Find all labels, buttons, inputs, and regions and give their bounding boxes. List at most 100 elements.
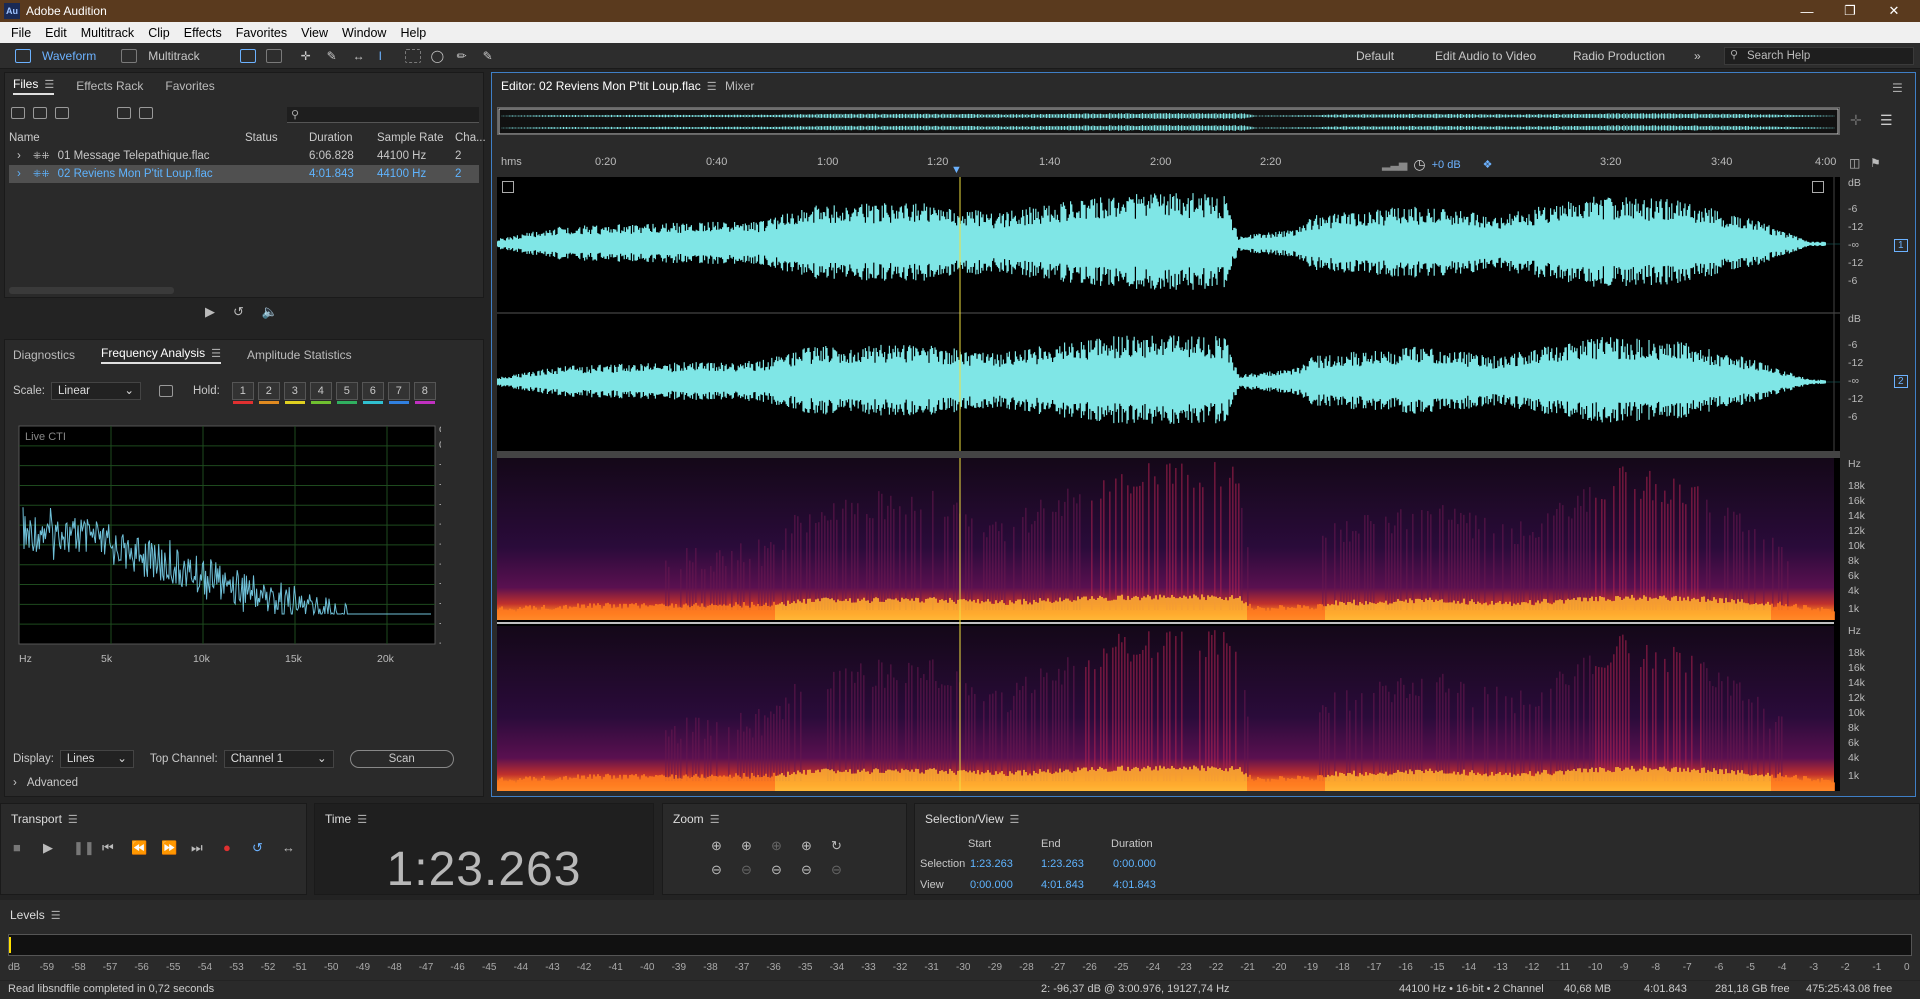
menu-effects[interactable]: Effects xyxy=(177,26,229,40)
menu-view[interactable]: View xyxy=(294,26,335,40)
view-duration[interactable]: 4:01.843 xyxy=(1113,879,1156,891)
zoom-in-time-icon[interactable]: ⊕ xyxy=(741,838,771,854)
zoom-in-right-icon[interactable]: ⊖ xyxy=(801,862,831,878)
hold-button-7[interactable]: 7 xyxy=(387,382,410,404)
panel-menu-icon[interactable]: ☰ xyxy=(357,813,367,826)
zoom-reset-icon[interactable]: ↻ xyxy=(831,838,861,854)
pause-icon[interactable]: ❚❚ xyxy=(73,840,95,856)
zoom-out-full-icon[interactable]: ⊖ xyxy=(831,862,861,878)
rewind-icon[interactable]: ⏪ xyxy=(131,840,147,856)
top-channel-dropdown[interactable]: Channel 1 ⌄ xyxy=(223,750,334,768)
open-file-icon[interactable] xyxy=(11,107,25,119)
hold-button-2[interactable]: 2 xyxy=(257,382,280,404)
tab-diagnostics[interactable]: Diagnostics xyxy=(13,348,75,362)
col-status[interactable]: Status xyxy=(245,132,309,144)
waveform-display[interactable] xyxy=(497,177,1840,451)
menu-window[interactable]: Window xyxy=(335,26,393,40)
zoom-to-selection-icon[interactable]: ⊕ xyxy=(771,838,801,854)
playhead-icon[interactable]: ▼ xyxy=(951,164,962,176)
menu-multitrack[interactable]: Multitrack xyxy=(74,26,141,40)
zoom-in-out-icon[interactable]: ⊕ xyxy=(801,838,831,854)
minimize-icon[interactable]: — xyxy=(1787,0,1827,22)
advanced-view-icon[interactable] xyxy=(158,385,173,397)
tab-amplitude-statistics[interactable]: Amplitude Statistics xyxy=(247,348,352,362)
zoom-out-time-icon[interactable]: ⊖ xyxy=(741,862,771,878)
workspace-edit-audio-to-video[interactable]: Edit Audio to Video xyxy=(1435,49,1536,63)
tab-effects-rack[interactable]: Effects Rack xyxy=(76,79,143,93)
display-divider[interactable] xyxy=(497,451,1840,458)
skip-selection-icon[interactable]: ↔ xyxy=(282,840,295,855)
more-workspaces-icon[interactable]: » xyxy=(1694,49,1701,63)
file-row-selected[interactable]: › ⁜⁜ 02 Reviens Mon P'tit Loup.flac 4:01.8… xyxy=(9,165,479,183)
tab-editor[interactable]: Editor: 02 Reviens Mon P'tit Loup.flac ☰ xyxy=(501,73,717,99)
play-icon[interactable]: ▶ xyxy=(43,840,53,856)
fade-in-handle-icon[interactable] xyxy=(502,181,514,193)
hud-gain[interactable]: ▂▃▅ ◷ +0 dB ❖ xyxy=(1378,156,1497,173)
hold-button-5[interactable]: 5 xyxy=(335,382,358,404)
hold-button-1[interactable]: 1 xyxy=(231,382,254,404)
zoom-lock-icon[interactable]: ✛ xyxy=(1850,112,1862,129)
menu-clip[interactable]: Clip xyxy=(141,26,177,40)
tab-files[interactable]: Files ☰ xyxy=(13,77,55,95)
menu-help[interactable]: Help xyxy=(393,26,433,40)
panel-menu-icon[interactable]: ☰ xyxy=(707,74,717,100)
skip-to-end-icon[interactable]: ⏭ xyxy=(191,840,203,856)
slip-tool-icon[interactable]: ↔ xyxy=(353,49,369,63)
fade-out-handle-icon[interactable] xyxy=(1812,181,1824,193)
waveform-mode-button[interactable]: Waveform xyxy=(0,46,106,66)
advanced-toggle[interactable]: › Advanced xyxy=(13,777,78,789)
marker-icon[interactable]: ⚑ xyxy=(1870,156,1881,170)
overview-menu-icon[interactable]: ☰ xyxy=(1880,112,1893,129)
pitch-display-icon[interactable] xyxy=(265,48,282,63)
loop-icon[interactable]: ↺ xyxy=(252,840,263,856)
selection-start[interactable]: 1:23.263 xyxy=(970,858,1013,870)
expand-icon[interactable]: › xyxy=(17,150,21,162)
close-icon[interactable]: ✕ xyxy=(1874,0,1914,22)
delete-icon[interactable] xyxy=(139,107,153,119)
import-file-icon[interactable] xyxy=(33,107,47,119)
hold-button-6[interactable]: 6 xyxy=(361,382,384,404)
marquee-tool-icon[interactable] xyxy=(404,48,421,63)
tab-frequency-analysis[interactable]: Frequency Analysis ☰ xyxy=(101,346,221,364)
record-icon[interactable]: ● xyxy=(223,840,231,855)
scan-button[interactable]: Scan xyxy=(349,750,454,768)
new-file-icon[interactable] xyxy=(55,107,69,119)
hold-button-4[interactable]: 4 xyxy=(309,382,332,404)
spectral-display-icon[interactable] xyxy=(239,48,256,63)
panel-menu-icon[interactable]: ☰ xyxy=(51,909,61,922)
channel-enable-1[interactable]: 1 xyxy=(1894,239,1908,252)
stop-icon[interactable]: ■ xyxy=(13,840,21,855)
time-ruler[interactable]: hms 0:20 0:40 1:00 1:20 1:40 2:00 2:20 3:20 3:40 4… xyxy=(497,154,1840,177)
col-duration[interactable]: Duration xyxy=(309,132,377,144)
gain-knob-icon[interactable]: ◷ xyxy=(1413,156,1425,173)
menu-edit[interactable]: Edit xyxy=(38,26,74,40)
workspace-default[interactable]: Default xyxy=(1356,49,1394,63)
restore-icon[interactable]: ❐ xyxy=(1830,0,1870,22)
play-preview-icon[interactable]: ▶ xyxy=(205,304,215,320)
display-dropdown[interactable]: Lines ⌄ xyxy=(59,750,134,768)
menu-file[interactable]: File xyxy=(4,26,38,40)
panel-menu-icon[interactable]: ☰ xyxy=(710,813,720,826)
zoom-in-amplitude-icon[interactable]: ⊕ xyxy=(711,838,741,854)
skip-to-start-icon[interactable]: ⏮ xyxy=(102,840,114,856)
brush-tool-icon[interactable]: ✏ xyxy=(457,49,473,63)
workspace-radio-production[interactable]: Radio Production xyxy=(1573,49,1665,63)
panel-menu-icon[interactable]: ☰ xyxy=(211,347,221,360)
razor-tool-icon[interactable]: ✎ xyxy=(327,49,343,63)
panel-menu-icon[interactable]: ☰ xyxy=(44,78,54,91)
editor-menu-icon[interactable]: ☰ xyxy=(1892,81,1903,95)
insert-icon[interactable] xyxy=(117,107,131,119)
files-scrollbar[interactable] xyxy=(9,287,174,294)
view-end[interactable]: 4:01.843 xyxy=(1041,879,1084,891)
zoom-out-amplitude-icon[interactable]: ⊖ xyxy=(711,862,741,878)
fast-forward-icon[interactable]: ⏩ xyxy=(161,840,177,856)
col-name[interactable]: Name xyxy=(9,132,245,144)
auto-play-icon[interactable]: 🔈 xyxy=(262,304,278,320)
zoom-in-left-icon[interactable]: ⊖ xyxy=(771,862,801,878)
loop-preview-icon[interactable]: ↺ xyxy=(233,304,244,320)
hold-button-3[interactable]: 3 xyxy=(283,382,306,404)
file-row[interactable]: › ⁜⁜ 01 Message Telepathique.flac 6:06.828… xyxy=(9,147,479,165)
panel-menu-icon[interactable]: ☰ xyxy=(1010,813,1020,826)
spectral-display[interactable] xyxy=(497,458,1840,791)
selection-end[interactable]: 1:23.263 xyxy=(1041,858,1084,870)
